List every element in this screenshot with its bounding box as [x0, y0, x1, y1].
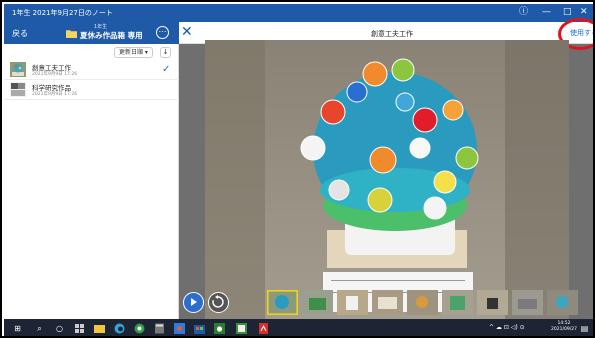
widgets-icon[interactable]	[74, 323, 85, 334]
list-item[interactable]: 科学研究作品 2021年9月9日 17:26	[4, 80, 179, 100]
store-icon[interactable]	[194, 323, 205, 334]
replay-button[interactable]	[208, 292, 229, 313]
item-date: 2021年9月9日 17:26	[32, 72, 78, 77]
pdf-icon[interactable]	[258, 323, 269, 334]
item-date: 2021年9月9日 17:26	[32, 92, 78, 97]
close-window-button[interactable]: ✕	[580, 7, 588, 17]
window-title: 1年生 2021年9月27日のノート	[12, 9, 113, 17]
clock-date: 2021/09/27	[551, 327, 577, 332]
file-explorer-icon[interactable]	[94, 323, 105, 334]
thumbnail[interactable]	[477, 290, 508, 315]
viewer-pane: ✕ 創意工夫工作 使用する	[179, 18, 593, 319]
folder-title: 夏休み作品箱 専用	[80, 31, 143, 40]
more-options-icon[interactable]: ⋯	[156, 26, 169, 39]
thumbnail-strip	[267, 290, 587, 317]
sort-bar: 更新日順 ▾ ↓	[4, 44, 179, 60]
sidebar: 戻る 1年生 夏休み作品箱 専用 ⋯ 更新日順 ▾ ↓ 創意工夫工作 2021年…	[4, 22, 179, 319]
app-window: 1年生 2021年9月27日のノート ⓘ — □ ✕ 戻る 1年生 夏休み作品箱…	[0, 0, 595, 338]
folder-subtitle: 1年生	[94, 24, 108, 30]
edge-icon[interactable]	[114, 323, 125, 334]
title-bar: 1年生 2021年9月27日のノート ⓘ — □ ✕	[4, 4, 593, 22]
thumbnail[interactable]	[372, 290, 403, 315]
replay-icon	[212, 295, 224, 308]
play-button[interactable]	[183, 292, 204, 313]
selected-check-icon: ✓	[162, 64, 171, 75]
sort-direction-icon[interactable]: ↓	[160, 47, 171, 58]
start-icon[interactable]: ⊞	[12, 323, 23, 334]
viewer-title: 創意工夫工作	[371, 30, 413, 38]
thumbnail[interactable]	[407, 290, 438, 315]
sidebar-header: 戻る 1年生 夏休み作品箱 専用 ⋯	[4, 22, 179, 44]
minimize-button[interactable]: —	[542, 7, 551, 17]
thumbnail[interactable]	[547, 290, 578, 315]
thumbnail[interactable]	[442, 290, 473, 315]
thumbnail[interactable]	[302, 290, 333, 315]
info-icon[interactable]: ⓘ	[519, 7, 528, 17]
chrome-icon[interactable]	[134, 323, 145, 334]
clock[interactable]: 14:52 2021/09/27	[551, 321, 577, 333]
notification-icon[interactable]: ▤	[579, 323, 590, 334]
close-viewer-icon[interactable]: ✕	[181, 24, 193, 40]
folder-icon	[66, 30, 77, 38]
app-icon[interactable]	[174, 323, 185, 334]
search-icon[interactable]: ⌕	[34, 323, 45, 334]
task-view-icon[interactable]: ○	[54, 323, 65, 334]
list-item[interactable]: 創意工夫工作 2021年9月9日 17:26 ✓	[4, 60, 179, 80]
item-thumbnail	[10, 82, 26, 97]
maximize-button[interactable]: □	[563, 7, 572, 17]
back-button[interactable]: 戻る	[12, 28, 28, 39]
thumbnail[interactable]	[337, 290, 368, 315]
taskbar: ⊞ ⌕ ○ ^ ☁ ⊡ ◁) ⊙ 14:52 2021/09/27 ▤	[4, 319, 593, 336]
play-icon	[191, 298, 197, 306]
camera-app-icon[interactable]	[214, 323, 225, 334]
thumbnail[interactable]	[267, 290, 298, 315]
item-thumbnail	[10, 62, 26, 77]
system-tray-icons[interactable]: ^ ☁ ⊡ ◁) ⊙	[489, 324, 525, 331]
sort-dropdown[interactable]: 更新日順 ▾	[114, 47, 153, 58]
notes-app-icon[interactable]	[236, 323, 247, 334]
thumbnail[interactable]	[512, 290, 543, 315]
project-photo	[205, 40, 569, 319]
calculator-icon[interactable]	[154, 323, 165, 334]
